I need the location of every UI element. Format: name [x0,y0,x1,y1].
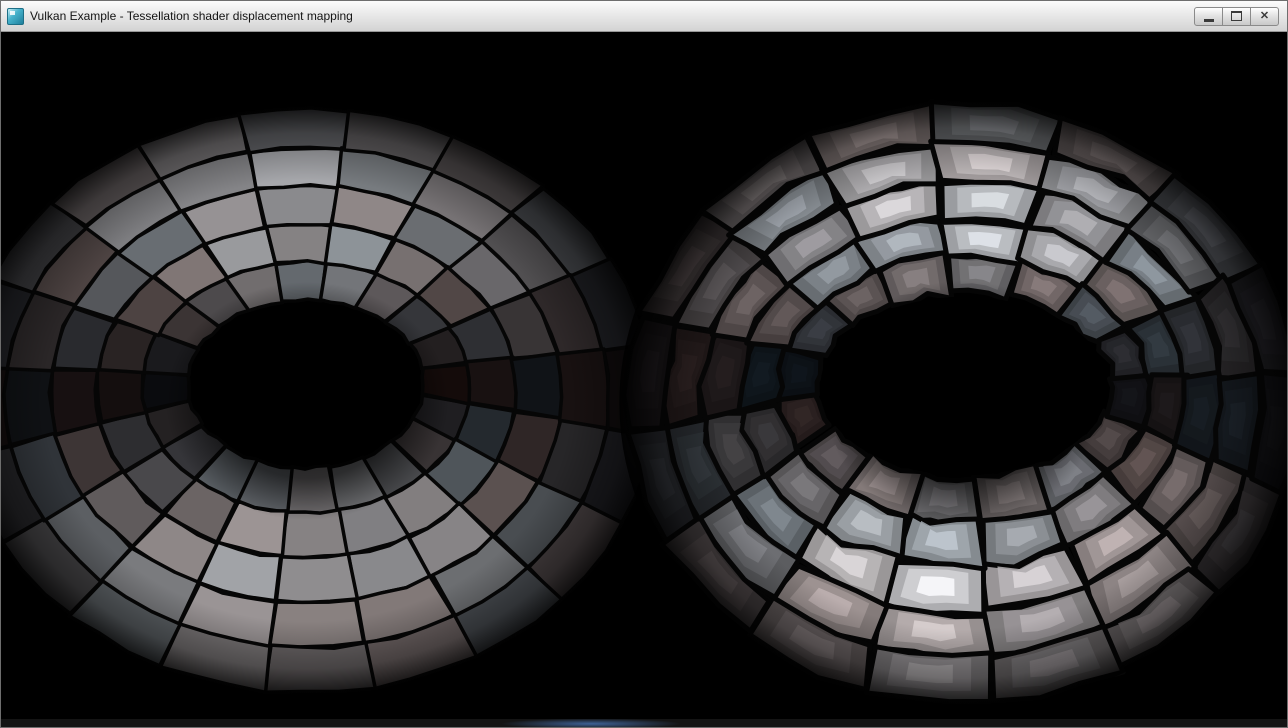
minimize-button[interactable] [1194,7,1223,26]
window-bottom-border [1,719,1287,727]
close-button[interactable]: ✕ [1250,7,1279,26]
torus-displaced [619,97,1287,709]
close-icon: ✕ [1260,11,1269,22]
torus-displaced-hole [820,297,1107,475]
render-viewport[interactable] [1,32,1287,719]
window-title: Vulkan Example - Tessellation shader dis… [30,9,353,23]
title-bar[interactable]: Vulkan Example - Tessellation shader dis… [1,1,1287,32]
app-icon[interactable] [7,8,24,25]
maximize-icon [1231,11,1242,21]
window-controls: ✕ [1195,7,1281,26]
maximize-button[interactable] [1222,7,1251,26]
vulkan-render [1,32,1287,719]
app-window: Vulkan Example - Tessellation shader dis… [0,0,1288,728]
torus-flat-hole [192,303,421,466]
torus-flat [1,103,662,699]
taskbar-glow [471,719,711,727]
minimize-icon [1204,19,1214,22]
